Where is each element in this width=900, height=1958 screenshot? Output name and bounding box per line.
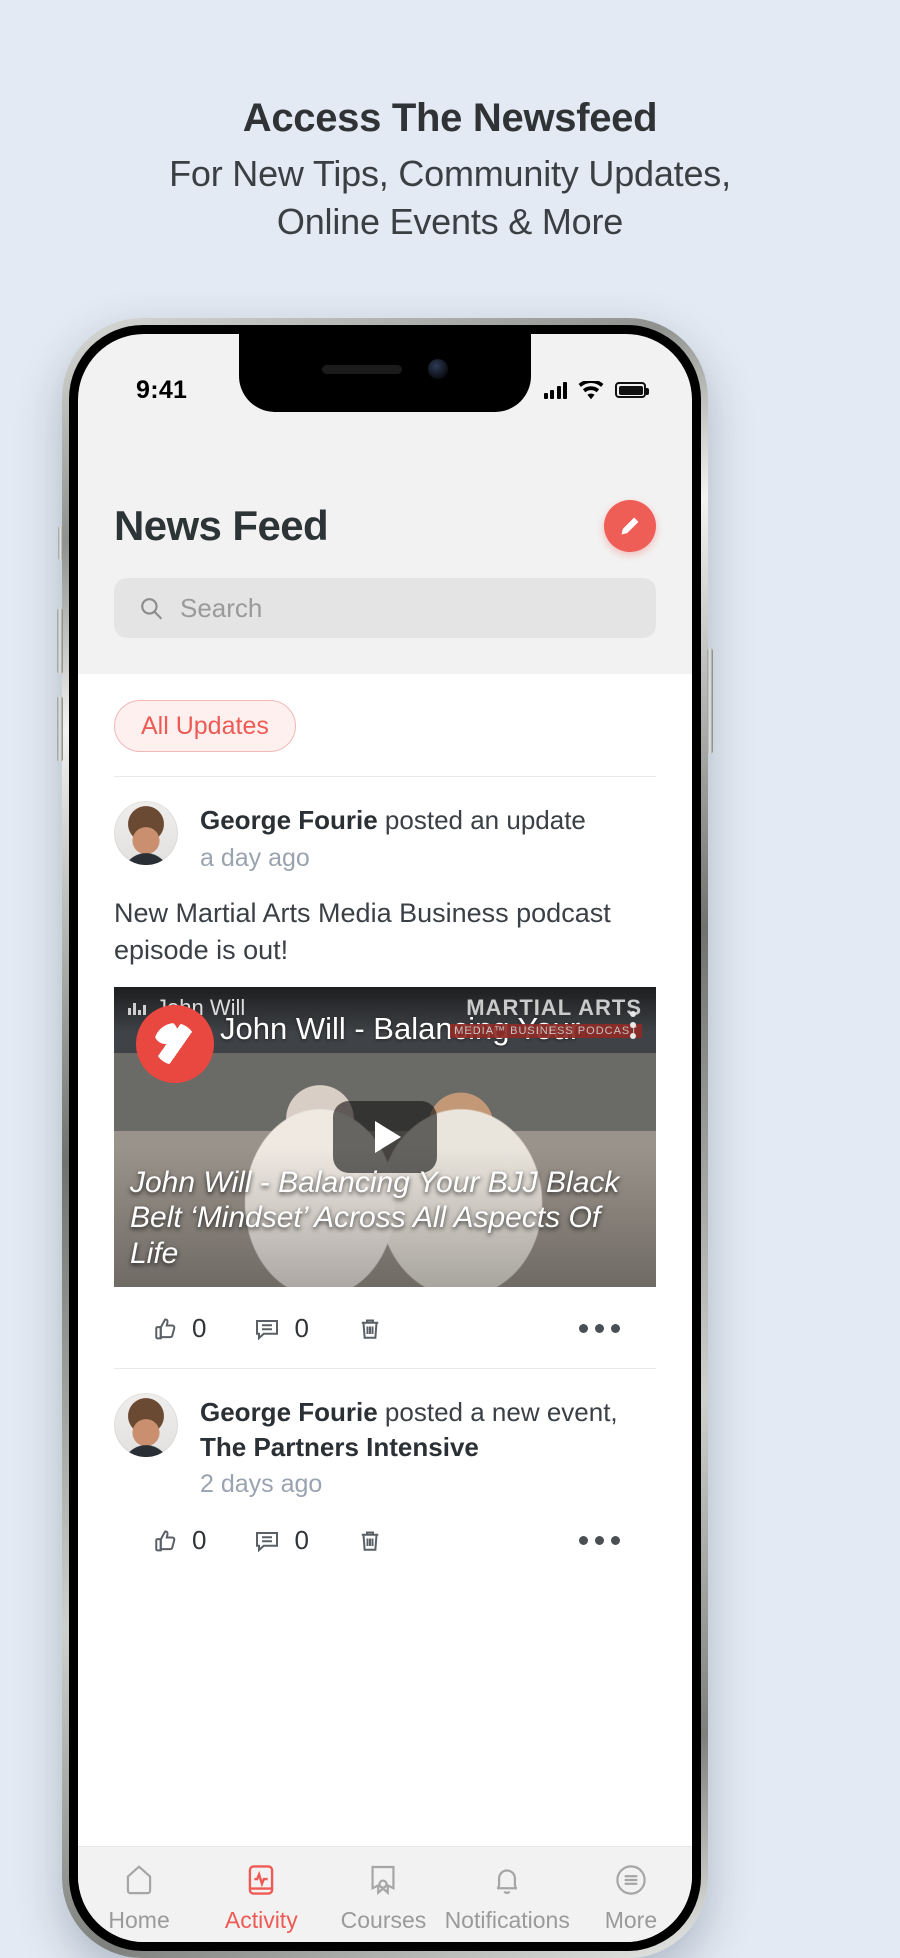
equalizer-icon	[128, 1001, 146, 1016]
video-brand-watermark: MARTIAL ARTS MEDIA™ BUSINESS PODCAST	[450, 995, 642, 1039]
like-action[interactable]: 0	[150, 1525, 206, 1556]
cellular-bars-icon	[543, 381, 567, 399]
wifi-icon	[578, 380, 604, 400]
post-byline: George Fourie posted a new event, The Pa…	[200, 1395, 656, 1464]
more-vertical-icon[interactable]	[630, 1011, 636, 1040]
app-header: News Feed Search	[78, 420, 692, 660]
post-meta: George Fourie posted a new event, The Pa…	[200, 1393, 656, 1499]
post-author[interactable]: George Fourie	[200, 1397, 378, 1427]
page-title: News Feed	[114, 502, 329, 549]
delete-action[interactable]	[355, 1526, 385, 1556]
more-horizontal-icon[interactable]	[579, 1324, 620, 1334]
power-button[interactable]	[707, 648, 713, 754]
home-icon	[120, 1861, 158, 1899]
tab-label: Home	[108, 1907, 170, 1933]
status-icons	[543, 380, 649, 400]
post-item[interactable]: George Fourie posted a new event, The Pa…	[78, 1369, 692, 1580]
volume-up-button[interactable]	[57, 608, 63, 674]
compose-button[interactable]	[604, 500, 656, 552]
comment-count: 0	[294, 1313, 309, 1344]
comment-action[interactable]: 0	[252, 1525, 309, 1556]
earpiece-speaker	[322, 364, 402, 374]
post-author[interactable]: George Fourie	[200, 805, 378, 835]
post-actions: 0 0	[114, 1499, 656, 1580]
brand-line-2: MEDIA™ BUSINESS PODCAST	[450, 1024, 642, 1039]
post-meta: George Fourie posted an update a day ago	[200, 801, 586, 873]
mute-switch[interactable]	[58, 526, 63, 560]
status-time: 9:41	[136, 375, 188, 404]
avatar[interactable]	[114, 801, 178, 865]
tab-label: Courses	[340, 1907, 427, 1933]
tab-label: Notifications	[444, 1907, 570, 1933]
video-embed[interactable]: John Will John Will - Balancing Your ...…	[114, 987, 656, 1288]
post-event-name[interactable]: The Partners Intensive	[200, 1432, 479, 1462]
front-camera-icon	[428, 359, 448, 379]
title-row: News Feed	[114, 500, 656, 552]
phone-notch	[239, 334, 531, 412]
tab-more[interactable]: More	[570, 1861, 692, 1934]
brand-line-1: MARTIAL ARTS	[466, 995, 642, 1021]
comment-action[interactable]: 0	[252, 1313, 309, 1344]
post-timestamp: 2 days ago	[200, 1470, 323, 1499]
channel-logo-icon	[136, 1005, 214, 1084]
phone-mockup: 9:41 News Feed Search All Updates George…	[57, 318, 713, 1958]
post-actions: 0 0	[114, 1287, 656, 1368]
bell-icon	[488, 1861, 526, 1899]
phone-screen: 9:41 News Feed Search All Updates George…	[78, 334, 692, 1942]
post-body: New Martial Arts Media Business podcast …	[114, 897, 611, 965]
filter-row: All Updates	[78, 674, 692, 776]
promo-subheadline-line-1: For New Tips, Community Updates,	[169, 153, 731, 194]
tab-label: Activity	[224, 1907, 298, 1933]
promo-headline: Access The Newsfeed	[242, 96, 658, 140]
news-feed-list[interactable]: All Updates George Fourie posted an upda…	[78, 674, 692, 1846]
thumbs-up-icon	[150, 1314, 180, 1344]
courses-icon	[364, 1861, 402, 1899]
trash-icon	[355, 1314, 385, 1344]
post-byline: George Fourie posted an update	[200, 803, 586, 838]
thumbs-up-icon	[150, 1526, 180, 1556]
comment-icon	[252, 1526, 282, 1556]
promo-headline-block: Access The Newsfeed For New Tips, Commun…	[0, 0, 900, 300]
search-input[interactable]: Search	[180, 593, 262, 624]
search-bar[interactable]: Search	[114, 578, 656, 638]
like-action[interactable]: 0	[150, 1313, 206, 1344]
search-icon	[138, 595, 164, 621]
battery-icon	[615, 382, 649, 398]
tab-label: More	[604, 1907, 658, 1933]
trash-icon	[355, 1526, 385, 1556]
like-count: 0	[192, 1525, 207, 1556]
tab-home[interactable]: Home	[78, 1861, 200, 1934]
post-item[interactable]: George Fourie posted an update a day ago…	[78, 777, 692, 1368]
avatar[interactable]	[114, 1393, 178, 1458]
bottom-tab-bar: Home Activity Courses Notifications More	[78, 1846, 692, 1942]
post-header: George Fourie posted a new event, The Pa…	[114, 1393, 656, 1499]
post-action: posted an update	[377, 805, 586, 835]
post-header: George Fourie posted an update a day ago	[114, 801, 656, 873]
pencil-icon	[617, 513, 643, 539]
phone-bezel: 9:41 News Feed Search All Updates George…	[69, 325, 701, 1951]
post-timestamp: a day ago	[200, 843, 310, 872]
promo-subheadline: For New Tips, Community Updates, Online …	[169, 150, 731, 245]
comment-count: 0	[294, 1525, 309, 1556]
post-action: posted a new event,	[377, 1397, 618, 1428]
activity-book-icon	[242, 1861, 280, 1899]
tab-notifications[interactable]: Notifications	[445, 1861, 570, 1934]
play-button-icon[interactable]	[333, 1101, 437, 1174]
tab-courses[interactable]: Courses	[322, 1861, 444, 1934]
menu-list-icon	[612, 1861, 650, 1899]
filter-all-updates[interactable]: All Updates	[114, 700, 296, 752]
promo-subheadline-line-2: Online Events & More	[276, 200, 624, 242]
delete-action[interactable]	[355, 1314, 385, 1344]
tab-activity[interactable]: Activity	[200, 1861, 322, 1934]
video-caption: John Will - Balancing Your BJJ Black Bel…	[130, 1165, 620, 1270]
like-count: 0	[192, 1313, 207, 1344]
volume-down-button[interactable]	[57, 696, 63, 762]
more-horizontal-icon[interactable]	[579, 1536, 620, 1546]
comment-icon	[252, 1314, 282, 1344]
